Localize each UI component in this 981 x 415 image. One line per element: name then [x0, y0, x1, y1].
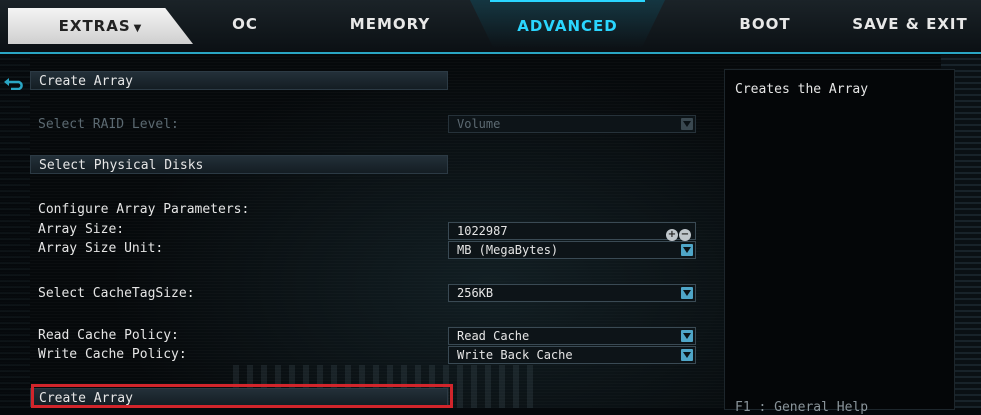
read-cache-label: Read Cache Policy: [38, 328, 179, 343]
chevron-down-icon [681, 244, 693, 256]
help-description: Creates the Array [735, 82, 869, 97]
tab-oc[interactable]: OC [215, 0, 275, 48]
write-cache-label: Write Cache Policy: [38, 347, 187, 362]
raid-level-select[interactable]: Volume [448, 115, 696, 133]
write-cache-select[interactable]: Write Back Cache [448, 346, 696, 364]
chevron-down-icon [681, 118, 693, 130]
selection-highlight [31, 384, 453, 408]
plus-icon[interactable]: + [666, 229, 678, 241]
raid-level-value: Volume [457, 117, 501, 131]
cachetag-value: 256KB [457, 286, 494, 300]
tab-advanced[interactable]: ADVANCED [490, 0, 645, 50]
back-arrow-icon[interactable] [3, 76, 27, 90]
read-cache-select[interactable]: Read Cache [448, 327, 696, 345]
create-array-header[interactable]: Create Array [30, 71, 448, 90]
tab-boot[interactable]: BOOT [735, 0, 795, 48]
array-size-stepper: + − [665, 225, 693, 241]
minus-icon[interactable]: − [679, 229, 691, 241]
params-heading: Configure Array Parameters: [38, 202, 250, 217]
array-size-unit-label: Array Size Unit: [38, 241, 164, 256]
array-size-label: Array Size: [38, 222, 125, 237]
help-panel: Creates the Array F1 : General Help [724, 69, 955, 415]
top-nav: EXTRAS ▼ OC MEMORY ADVANCED BOOT SAVE & E… [0, 0, 981, 54]
tab-memory[interactable]: MEMORY [330, 0, 450, 48]
array-size-value: 1022987 [457, 224, 508, 238]
chevron-down-icon: ▼ [133, 23, 143, 34]
write-cache-value: Write Back Cache [457, 348, 573, 362]
cachetag-label: Select CacheTagSize: [38, 286, 195, 301]
tab-extras-label: EXTRAS [58, 17, 131, 35]
array-size-input[interactable]: 1022987 + − [448, 222, 696, 241]
chevron-down-icon [681, 287, 693, 299]
tab-save-exit[interactable]: SAVE & EXIT [845, 0, 975, 48]
read-cache-value: Read Cache [457, 329, 530, 343]
select-physical-disks[interactable]: Select Physical Disks [30, 155, 448, 174]
raid-level-label: Select RAID Level: [38, 117, 179, 132]
array-size-unit-value: MB (MegaBytes) [457, 243, 559, 257]
chevron-down-icon [681, 349, 693, 361]
array-size-unit-select[interactable]: MB (MegaBytes) [448, 241, 696, 259]
decorative-stripes-left [0, 55, 30, 408]
chevron-down-icon [681, 330, 693, 342]
tab-extras[interactable]: EXTRAS ▼ [8, 8, 193, 44]
cachetag-select[interactable]: 256KB [448, 284, 696, 302]
